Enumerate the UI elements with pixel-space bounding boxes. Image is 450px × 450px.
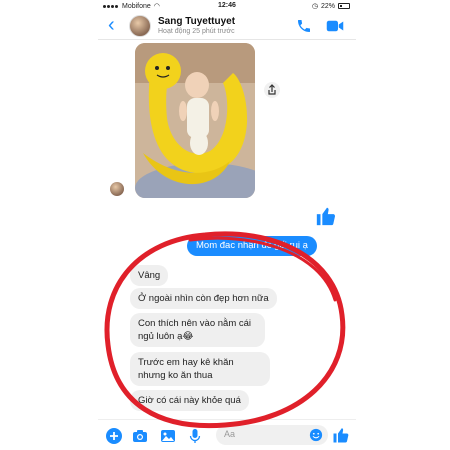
signal-icon: [103, 3, 119, 10]
message-incoming: Con thích nên vào nằm cái ngủ luôn ạ😂: [130, 313, 265, 347]
message-outgoing: Mom đac nhận đc gối rui ạ: [187, 236, 317, 256]
microphone-icon[interactable]: [187, 428, 203, 444]
avatar[interactable]: [129, 15, 151, 37]
message-incoming: Vâng: [130, 265, 169, 286]
plus-icon[interactable]: [106, 428, 122, 444]
message-incoming: Giờ có cái này khỏe quá: [130, 390, 249, 411]
carrier-label: Mobifone: [122, 2, 151, 10]
message-input-placeholder: Aa: [224, 429, 236, 439]
thumbs-up-icon: [316, 207, 336, 226]
emoji-icon[interactable]: [309, 428, 323, 442]
sender-avatar: [110, 182, 124, 196]
composer-bar: Aa: [98, 419, 356, 450]
phone-call-icon[interactable]: [296, 18, 312, 34]
photo-message[interactable]: [135, 43, 255, 198]
message-incoming: Ở ngoài nhìn còn đẹp hơn nữa: [130, 288, 277, 309]
camera-icon[interactable]: [132, 428, 148, 444]
chat-screen: Mobifone ◠ 12:46 ◷ 22% ‹ Sang Tuyettuyet…: [98, 0, 356, 450]
message-incoming: Trước em hay kê khăn nhưng ko ăn thua: [130, 352, 270, 386]
alarm-icon: ◷: [311, 3, 318, 10]
battery-icon: [338, 3, 350, 9]
conversation-header: ‹ Sang Tuyettuyet Hoạt động 25 phút trướ…: [98, 12, 356, 40]
battery-label: 22%: [320, 2, 335, 10]
contact-status: Hoạt động 25 phút trước: [158, 28, 235, 35]
wifi-icon: ◠: [153, 3, 160, 10]
message-input[interactable]: Aa: [216, 425, 328, 445]
status-time: 12:46: [218, 2, 236, 9]
image-gallery-icon[interactable]: [160, 428, 176, 444]
baby-on-pillow-image: [135, 43, 255, 198]
video-call-icon[interactable]: [326, 19, 344, 33]
status-bar: Mobifone ◠ 12:46 ◷ 22%: [98, 0, 356, 12]
contact-name[interactable]: Sang Tuyettuyet: [158, 16, 235, 27]
share-icon[interactable]: [264, 82, 280, 98]
thumbs-up-send-icon[interactable]: [332, 426, 350, 444]
back-chevron-icon[interactable]: ‹: [108, 15, 115, 35]
